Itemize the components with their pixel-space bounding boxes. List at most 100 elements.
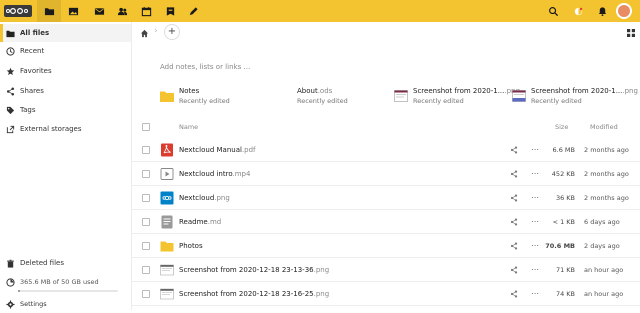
recent-item[interactable]: Notes Recently edited [160,85,230,107]
row-checkbox[interactable] [142,194,150,202]
file-row[interactable]: Nextcloud Manual.pdf ⋯ 6.6 MB 2 months a… [132,138,640,162]
file-size: 70.6 MB [545,242,575,250]
file-basename: Screenshot from 2020-12-18 23-13-36 [179,266,314,274]
recent-item-ext: .png [622,87,638,95]
grid-view-icon[interactable] [626,28,636,38]
share-icon[interactable] [510,290,518,298]
file-ext: .png [214,194,230,202]
sidebar-item-settings[interactable]: Settings [0,295,131,313]
file-name: Photos [179,242,203,250]
video-icon [160,168,174,180]
file-name: Screenshot from 2020-12-18 23-16-25.png [179,290,329,298]
file-size: < 1 KB [552,218,575,226]
sidebar-item-favorites[interactable]: Favorites [0,62,131,80]
file-row[interactable]: Nextcloud intro.mp4 ⋯ 452 KB 2 months ag… [132,162,640,186]
sidebar: All files Recent Favorites Shares Tags E… [0,22,132,310]
row-checkbox[interactable] [142,146,150,154]
file-basename: Nextcloud intro [179,170,233,178]
folder-description-input[interactable]: Add notes, lists or links … [160,63,250,71]
file-basename: Readme [179,218,208,226]
column-modified[interactable]: Modified [590,123,618,131]
screenshot-thumb-icon [394,90,408,102]
sidebar-item-label: External storages [20,125,82,133]
share-icon[interactable] [510,218,518,226]
files-main: › + Add notes, lists or links … Notes Rec… [132,22,640,310]
status-icon[interactable] [566,0,590,22]
file-name: Screenshot from 2020-12-18 23-13-36.png [179,266,329,274]
contacts-app-icon[interactable] [110,0,134,22]
row-checkbox[interactable] [142,170,150,178]
mail-app-icon[interactable] [87,0,111,22]
share-icon[interactable] [510,266,518,274]
folder-icon [160,241,174,252]
user-avatar[interactable] [616,3,632,19]
recent-item-sub: Recently edited [413,97,464,105]
notes-app-icon[interactable] [181,0,205,22]
column-name[interactable]: Name [179,123,198,131]
sidebar-item-label: Tags [20,106,36,114]
row-checkbox[interactable] [142,218,150,226]
quota-info: 365.6 MB of 50 GB used [0,273,131,291]
recent-item-name: Screenshot from 2020-1... [531,87,623,95]
sidebar-item-label: Shares [20,87,44,95]
gear-icon [6,299,15,309]
recent-item[interactable]: Screenshot from 2020-1....png Recently ed… [512,85,638,107]
recent-item-name: About [297,87,318,95]
files-app-icon[interactable] [37,0,61,22]
file-row[interactable]: Screenshot from 2020-12-18 23-16-25.png … [132,282,640,306]
nextcloud-logo[interactable] [4,5,32,17]
row-checkbox[interactable] [142,266,150,274]
sidebar-item-external-storages[interactable]: External storages [0,120,131,138]
sidebar-item-all-files[interactable]: All files [0,24,131,42]
sidebar-item-label: All files [20,29,50,37]
file-row[interactable]: Nextcloud.png ⋯ 36 KB 2 months ago [132,186,640,210]
file-ext: .png [313,290,330,298]
star-icon [6,67,15,76]
file-modified: an hour ago [584,290,624,298]
sidebar-item-recent[interactable]: Recent [0,42,131,60]
deck-app-icon[interactable] [158,0,182,22]
home-icon[interactable] [140,29,149,38]
sidebar-item-label: Deleted files [20,259,64,267]
file-modified: 2 months ago [584,146,629,154]
share-icon[interactable] [510,146,518,154]
share-icon[interactable] [510,242,518,250]
tag-icon [6,106,15,115]
file-name: Readme.md [179,218,221,226]
new-button[interactable]: + [164,24,180,40]
select-all-checkbox[interactable] [142,123,150,131]
file-size: 74 KB [555,290,575,298]
photos-app-icon[interactable] [61,0,85,22]
recent-item[interactable]: Screenshot from 2020-1....png Recently ed… [394,85,520,107]
file-size: 452 KB [551,170,575,178]
calendar-app-icon[interactable] [134,0,158,22]
file-name: Nextcloud Manual.pdf [179,146,256,154]
row-checkbox[interactable] [142,290,150,298]
breadcrumb-separator: › [154,26,158,36]
file-list-header: Name Size Modified [132,120,640,136]
file-row[interactable]: Readme.md ⋯ < 1 KB 6 days ago [132,210,640,234]
column-size[interactable]: Size [555,123,568,131]
file-modified: 6 days ago [584,218,620,226]
share-icon [6,87,15,96]
file-modified: 2 months ago [584,194,629,202]
recent-item[interactable]: About.ods Recently edited [278,85,348,107]
sidebar-item-deleted-files[interactable]: Deleted files [0,254,131,272]
nextcloud-image-icon [160,191,174,205]
file-row[interactable]: Photos ⋯ 70.6 MB 2 days ago [132,234,640,258]
share-icon[interactable] [510,170,518,178]
row-checkbox[interactable] [142,242,150,250]
quota-progress-fill [18,290,20,292]
file-size: 6.6 MB [552,146,575,154]
file-ext: .png [313,266,330,274]
file-basename: Screenshot from 2020-12-18 23-16-25 [179,290,314,298]
screenshot-thumb-icon [160,288,174,300]
file-row[interactable]: Screenshot from 2020-12-18 23-13-36.png … [132,258,640,282]
sidebar-item-shares[interactable]: Shares [0,82,131,100]
notifications-icon[interactable] [590,0,614,22]
sidebar-item-tags[interactable]: Tags [0,101,131,119]
clock-icon [6,46,15,56]
recent-item-sub: Recently edited [179,97,230,105]
search-icon[interactable] [541,0,565,22]
share-icon[interactable] [510,194,518,202]
